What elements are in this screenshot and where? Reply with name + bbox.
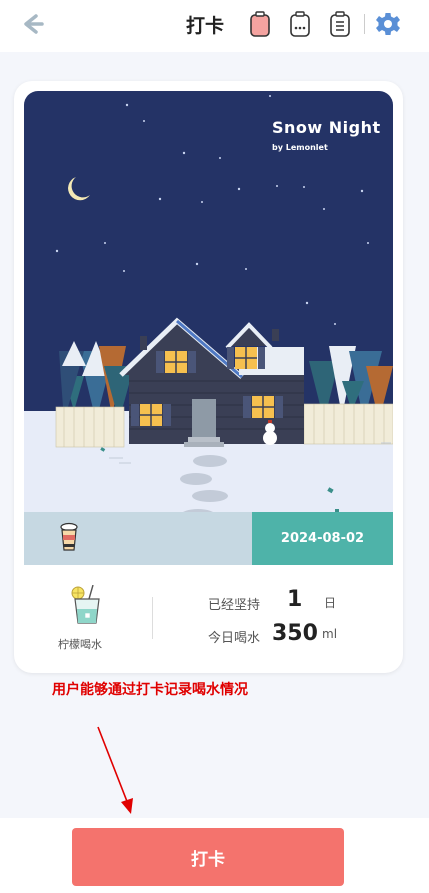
clipboard-list-icon[interactable] [328, 10, 352, 38]
today-unit: ml [322, 627, 338, 641]
checkin-button[interactable]: 打卡 [72, 828, 344, 886]
today-label: 今日喝水 [208, 631, 261, 646]
annotation-text: 用户能够通过打卡记录喝水情况 [52, 682, 248, 698]
drink-name: 柠檬喝水 [58, 638, 102, 651]
top-bar: 打卡 [0, 0, 429, 52]
scene-title: Snow Night [272, 118, 381, 137]
toolbar-divider [364, 14, 365, 34]
streak-label: 已经坚持 [208, 598, 261, 613]
chat-bubble-icon[interactable] [288, 10, 312, 38]
lemon-water-icon [69, 584, 105, 625]
scene-subtitle: by Lemonlet [272, 143, 328, 152]
stats-panel: 柠檬喝水 已经坚持 1 日 今日喝水 350 ml [24, 565, 393, 665]
cup-icon[interactable] [248, 10, 272, 38]
gear-icon[interactable] [374, 10, 402, 38]
snow-night-illustration: Snow Night by Lemonlet 2024-08-02 [24, 91, 393, 565]
stats-divider [152, 597, 153, 639]
streak-unit: 日 [324, 596, 337, 610]
back-arrow-icon[interactable] [18, 10, 46, 38]
bottom-bar: 打卡 [0, 818, 429, 893]
streak-value: 1 [287, 587, 303, 612]
page-title: 打卡 [186, 15, 225, 37]
checkin-card: Snow Night by Lemonlet 2024-08-02 柠檬喝水 已… [14, 81, 403, 673]
today-value: 350 [272, 621, 318, 646]
annotation-arrow [90, 722, 140, 817]
date-label: 2024-08-02 [252, 512, 393, 565]
